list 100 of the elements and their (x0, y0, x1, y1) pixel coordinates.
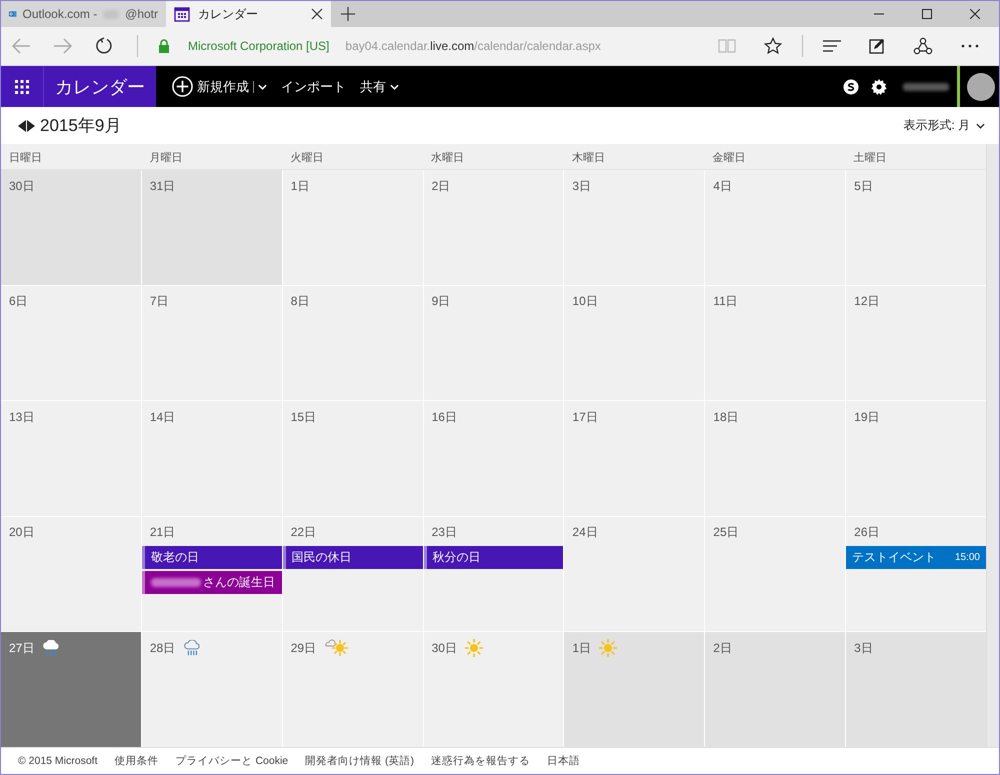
skype-icon[interactable] (843, 78, 859, 94)
day-cell[interactable]: 5日 (846, 170, 986, 285)
day-number: 24日 (572, 524, 598, 542)
day-cell[interactable]: 22日 国民の休日 (282, 516, 423, 632)
day-number: 16日 (432, 408, 457, 426)
command-button[interactable]: インポート (281, 78, 346, 96)
day-cell[interactable]: 9日 (424, 286, 564, 400)
more-icon[interactable] (961, 44, 979, 48)
day-cell[interactable]: 21日 敬老の日 さんの誕生日 (142, 516, 282, 632)
calendar-event[interactable]: 秋分の日 (424, 546, 564, 569)
weekday-header: 水曜日 (430, 151, 466, 166)
day-cell[interactable]: 30日 (1, 170, 141, 285)
note-pen-icon[interactable] (869, 38, 885, 54)
cloud-and-sun-icon (324, 639, 350, 658)
day-cell[interactable]: 23日 秋分の日 (424, 516, 564, 632)
day-number: 11日 (713, 293, 738, 310)
lock-icon (158, 39, 170, 53)
day-cell[interactable]: 30日 (424, 632, 564, 747)
day-cell[interactable]: 16日 (424, 401, 564, 516)
calendar-event[interactable]: 敬老の日 (142, 546, 282, 569)
day-number: 5日 (854, 178, 873, 194)
day-cell[interactable]: 26日 テストイベント 15:00 (846, 516, 986, 632)
grid-icon (15, 80, 29, 94)
close-icon[interactable] (970, 9, 980, 19)
day-cell[interactable]: 2日 (705, 632, 846, 747)
calendar-event[interactable]: テストイベント 15:00 (846, 546, 986, 569)
day-cell[interactable]: 1日 (282, 170, 423, 285)
day-cell[interactable]: 19日 (846, 401, 986, 516)
day-cell[interactable]: 14日 (142, 401, 282, 516)
sun-icon (599, 639, 618, 658)
day-cell[interactable]: 28日 (142, 632, 282, 747)
day-cell[interactable]: 3日 (846, 632, 986, 747)
day-number: 2日 (713, 640, 732, 657)
scrollbar[interactable] (986, 144, 999, 747)
new-tab-icon[interactable] (341, 7, 355, 21)
day-number: 6日 (9, 293, 28, 310)
footer-link[interactable]: 日本語 (547, 754, 580, 768)
event-title: 秋分の日 (432, 548, 481, 566)
day-cell[interactable]: 2日 (424, 170, 564, 285)
event-title: 国民の休日 (292, 548, 352, 566)
hub-lines-icon[interactable] (823, 40, 841, 52)
event-title: テストイベント (852, 548, 936, 566)
day-cell[interactable]: 27日 (1, 632, 141, 747)
footer-link[interactable]: 開発者向け情報 (英語) (305, 754, 414, 768)
day-cell[interactable]: 8日 (282, 286, 423, 400)
day-cell[interactable]: 17日 (564, 401, 704, 516)
plus-circle-icon (172, 76, 193, 97)
calendar-event[interactable]: さんの誕生日 (142, 570, 282, 594)
footer-link[interactable]: 迷惑行為を報告する (431, 754, 530, 768)
day-number: 17日 (572, 408, 598, 426)
day-cell[interactable]: 15日 (282, 401, 423, 516)
day-cell[interactable]: 24日 (564, 516, 704, 632)
day-number: 28日 (150, 640, 176, 657)
settings-icon[interactable] (871, 78, 887, 94)
app-launcher-button[interactable] (1, 66, 44, 107)
site-identity[interactable]: Microsoft Corporation [US] (188, 39, 330, 53)
day-cell[interactable]: 11日 (705, 286, 846, 400)
day-number: 1日 (572, 640, 592, 657)
event-title: さんの誕生日 (202, 574, 275, 591)
previous-month-icon[interactable] (18, 120, 26, 132)
command-button[interactable]: 新規作成 (172, 76, 267, 97)
browser-tab[interactable]: カレンダー (166, 1, 331, 27)
day-number: 21日 (150, 524, 176, 542)
day-cell[interactable]: 4日 (705, 170, 846, 285)
share-icon[interactable] (913, 37, 933, 55)
day-cell[interactable]: 6日 (1, 286, 141, 400)
day-cell[interactable]: 1日 (564, 632, 704, 747)
footer-link[interactable]: プライバシーと Cookie (176, 754, 288, 768)
day-number: 8日 (290, 293, 310, 310)
day-cell[interactable]: 10日 (564, 286, 704, 400)
view-selector[interactable]: 表示形式: 月 (903, 117, 985, 134)
day-cell[interactable]: 20日 (1, 516, 141, 632)
address-url[interactable]: bay04.calendar.live.com/calendar/calendar.aspx (345, 39, 601, 53)
avatar[interactable] (967, 72, 995, 100)
day-cell[interactable]: 18日 (705, 401, 846, 516)
day-number: 29日 (290, 640, 316, 657)
command-button[interactable]: 共有 (360, 78, 399, 96)
refresh-icon[interactable] (95, 37, 113, 55)
day-cell[interactable]: 31日 (142, 170, 282, 285)
day-cell[interactable]: 13日 (1, 401, 141, 516)
calendar-event[interactable]: 国民の休日 (282, 546, 423, 569)
browser-tab[interactable]: Outlook.com - @hotr (1, 1, 166, 27)
footer-link[interactable]: 使用条件 (114, 754, 159, 768)
month-title: 2015年9月 (40, 115, 122, 137)
rain-cloud-icon (42, 640, 60, 656)
day-cell[interactable]: 7日 (142, 286, 282, 400)
maximize-icon[interactable] (922, 9, 932, 19)
app-title[interactable]: カレンダー (44, 66, 156, 107)
star-icon[interactable] (764, 37, 782, 55)
day-number: 31日 (150, 178, 176, 194)
day-cell[interactable]: 3日 (564, 170, 704, 285)
chevron-down-icon (976, 122, 985, 128)
day-cell[interactable]: 12日 (846, 286, 986, 400)
day-number: 25日 (713, 524, 739, 542)
day-number: 27日 (9, 640, 34, 657)
day-number: 10日 (572, 293, 598, 310)
next-month-icon[interactable] (27, 120, 35, 132)
close-tab-icon[interactable] (311, 8, 323, 20)
day-cell[interactable]: 29日 (282, 632, 423, 747)
day-cell[interactable]: 25日 (705, 516, 846, 632)
